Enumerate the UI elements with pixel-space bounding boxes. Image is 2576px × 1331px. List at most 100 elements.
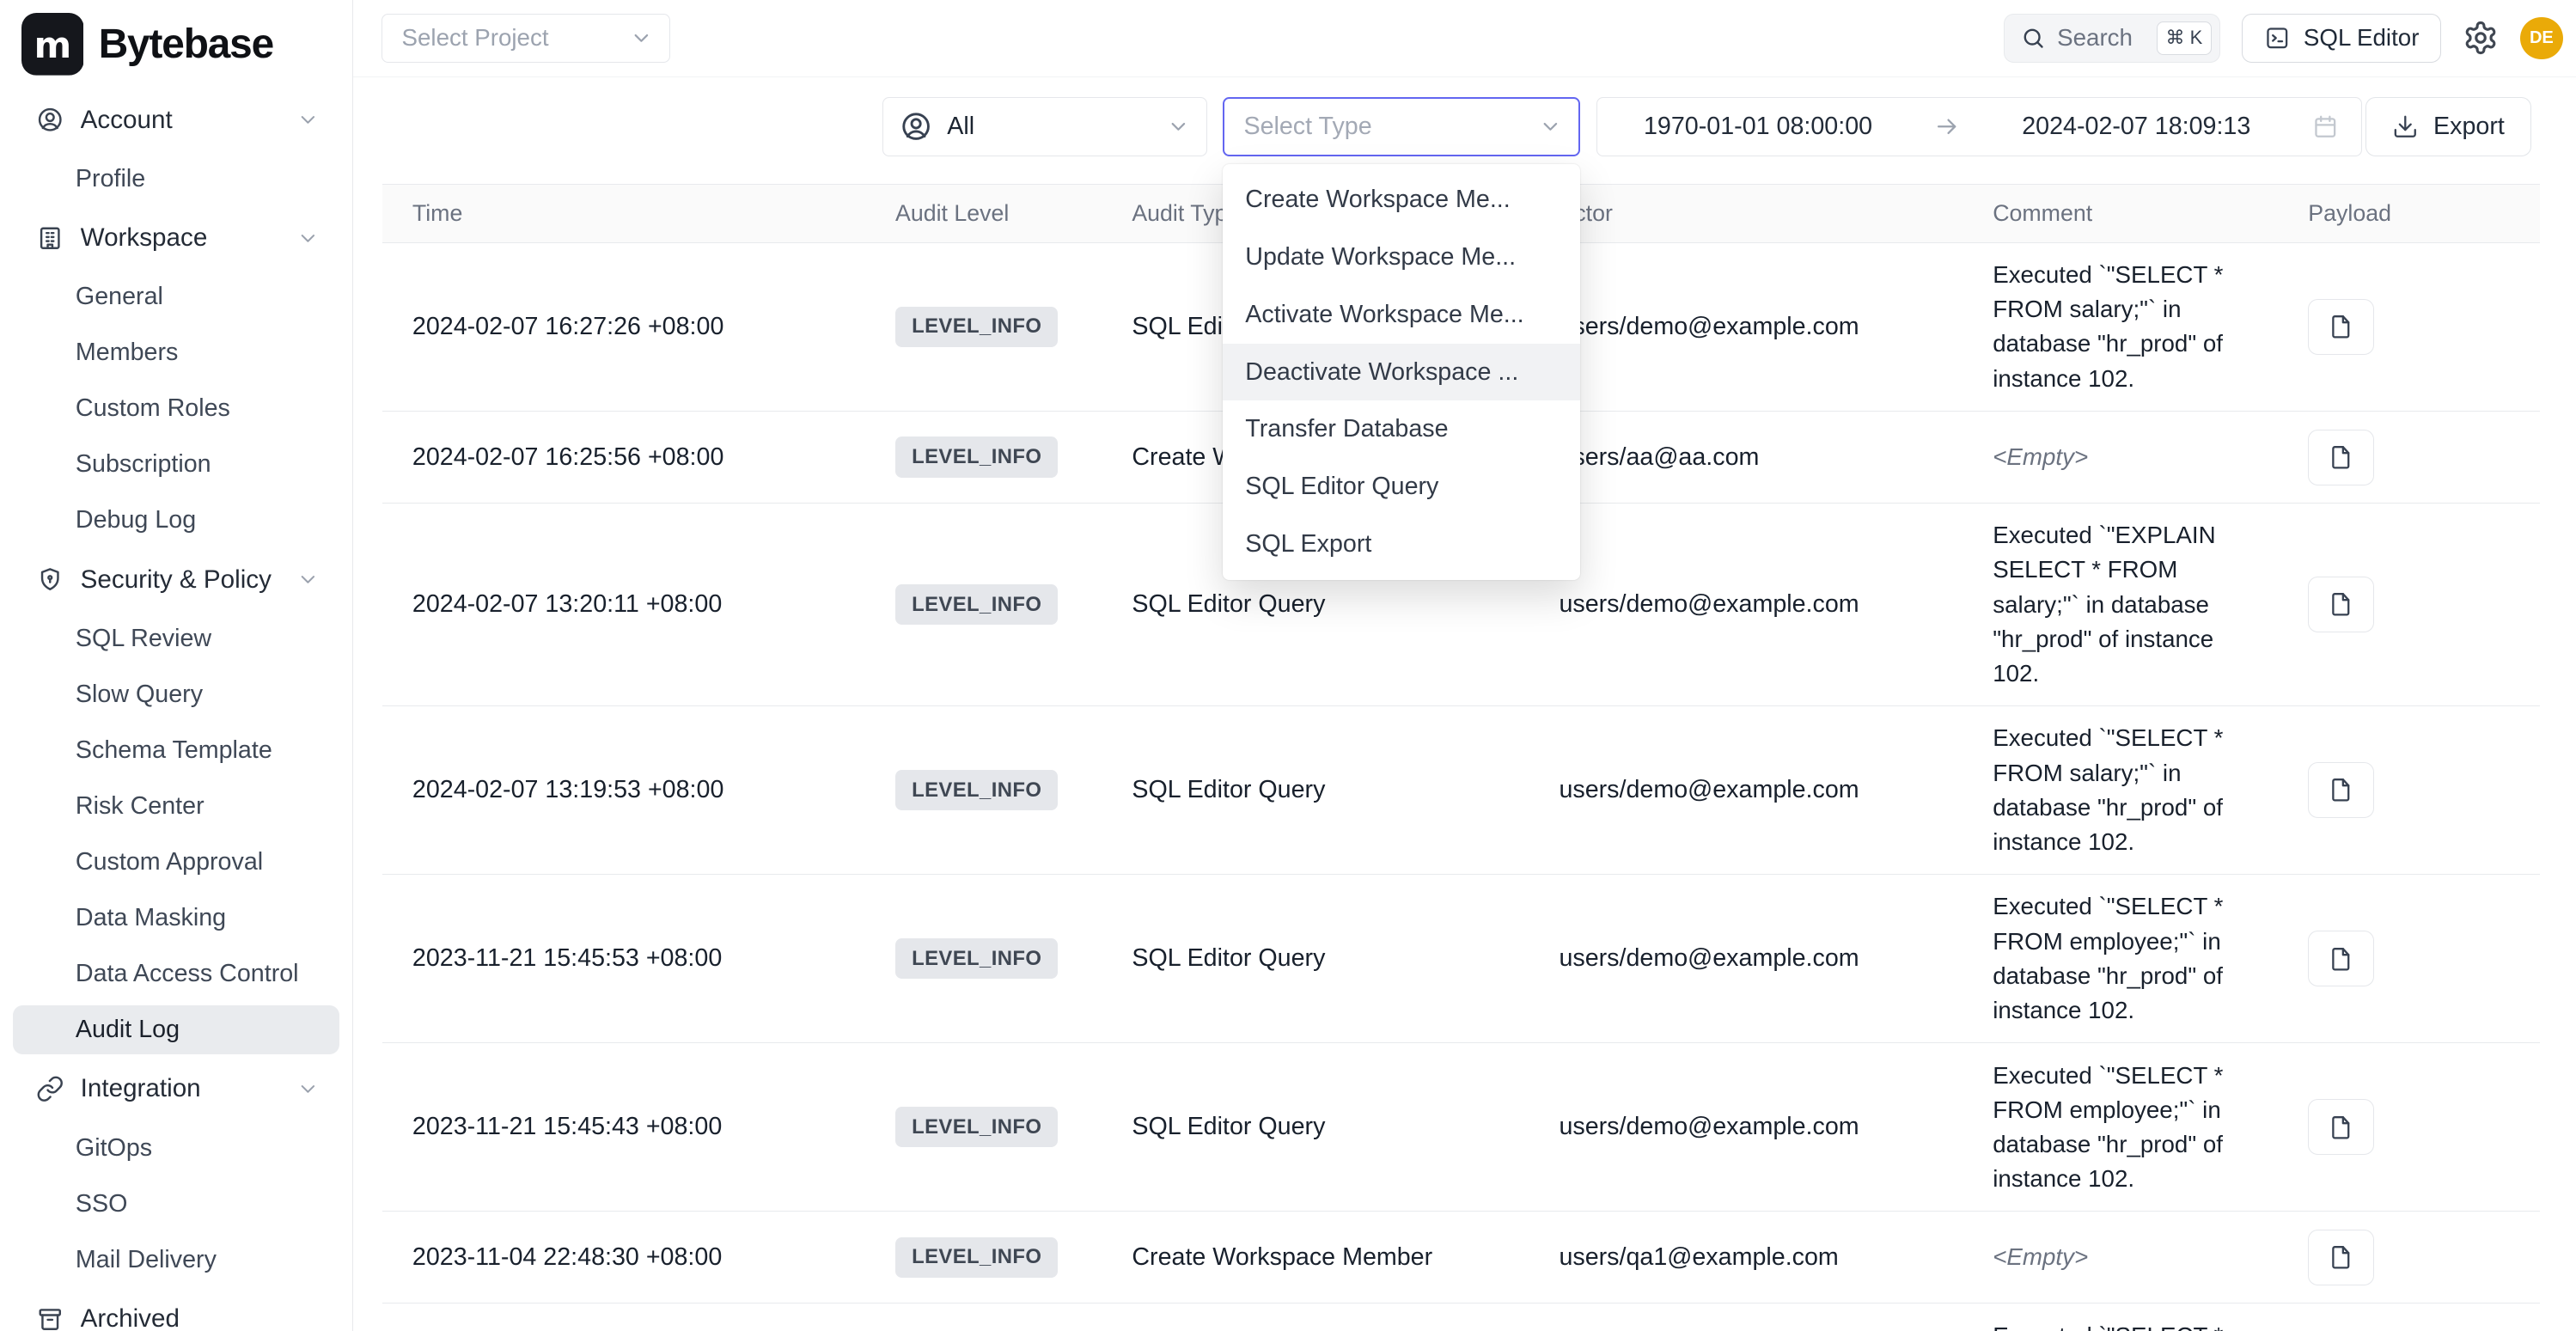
column-header-time: Time	[382, 200, 865, 227]
sidebar-item-audit-log[interactable]: Audit Log	[13, 1005, 339, 1054]
date-from: 1970-01-01 08:00:00	[1644, 113, 1872, 141]
sidebar-item-label: Custom Roles	[76, 394, 320, 423]
cell-comment: <Empty>	[1963, 425, 2292, 490]
link-icon	[36, 1075, 64, 1103]
level-badge: LEVEL_INFO	[895, 1107, 1058, 1147]
sql-editor-label: SQL Editor	[2304, 24, 2420, 52]
avatar[interactable]: DE	[2520, 17, 2563, 60]
table-row: 2023-11-04 21:26:34 +08:00LEVEL_INFOSQL …	[382, 1304, 2539, 1330]
shield-icon	[36, 565, 64, 594]
sidebar-item-subscription[interactable]: Subscription	[13, 440, 339, 489]
cell-comment: <Empty>	[1963, 1225, 2292, 1290]
cell-audit-level: LEVEL_INFO	[866, 938, 1102, 979]
sidebar-item-label: GitOps	[76, 1134, 320, 1163]
chevron-down-icon	[296, 568, 320, 591]
calendar-icon	[2312, 113, 2339, 140]
sidebar-item-sql-review[interactable]: SQL Review	[13, 614, 339, 663]
type-filter-select[interactable]: Select Type	[1223, 97, 1581, 156]
sidebar-item-risk-center[interactable]: Risk Center	[13, 782, 339, 831]
sidebar-item-slow-query[interactable]: Slow Query	[13, 670, 339, 719]
sidebar-item-sso[interactable]: SSO	[13, 1179, 339, 1228]
cell-comment: Executed `"SELECT * FROM employee;"` in …	[1963, 875, 2292, 1042]
cell-time: 2024-02-07 13:19:53 +08:00	[382, 776, 865, 804]
sidebar-item-label: Archived	[81, 1304, 320, 1331]
chevron-down-icon	[1539, 115, 1562, 138]
payload-view-button[interactable]	[2308, 762, 2373, 818]
payload-view-button[interactable]	[2308, 931, 2373, 986]
cell-comment: Executed `"SELECT * FROM salary;"` in da…	[1963, 243, 2292, 411]
sidebar-item-integration[interactable]: Integration	[13, 1065, 339, 1114]
sidebar-item-label: Data Access Control	[76, 960, 320, 988]
sidebar-item-label: SSO	[76, 1190, 320, 1218]
actor-filter-select[interactable]: All	[882, 97, 1208, 156]
type-option-sql-editor-query[interactable]: SQL Editor Query	[1223, 458, 1581, 516]
cell-actor: users/demo@example.com	[1529, 313, 1963, 341]
sidebar-item-label: Audit Log	[76, 1016, 320, 1044]
sidebar-item-data-masking[interactable]: Data Masking	[13, 894, 339, 943]
payload-view-button[interactable]	[2308, 1230, 2373, 1285]
table-row: 2023-11-21 15:45:53 +08:00LEVEL_INFOSQL …	[382, 875, 2539, 1043]
cell-payload	[2292, 430, 2540, 485]
cell-payload	[2292, 762, 2540, 818]
cell-comment: Executed `"SELECT * FROM salary;"` in da…	[1963, 706, 2292, 874]
sidebar-item-account[interactable]: Account	[13, 95, 339, 144]
sidebar-item-archived[interactable]: Archived	[13, 1294, 339, 1331]
sidebar-item-data-access-control[interactable]: Data Access Control	[13, 949, 339, 998]
sidebar-item-label: Integration	[81, 1074, 296, 1103]
chevron-down-icon	[296, 1078, 320, 1101]
sidebar-item-label: Members	[76, 339, 320, 367]
cell-actor: users/aa@aa.com	[1529, 443, 1963, 472]
export-button[interactable]: Export	[2365, 97, 2532, 156]
date-range-picker[interactable]: 1970-01-01 08:00:00 2024-02-07 18:09:13	[1596, 97, 2362, 156]
type-dropdown-menu: Create Workspace Me...Update Workspace M…	[1223, 164, 1581, 580]
type-option-deactivate-workspace[interactable]: Deactivate Workspace ...	[1223, 344, 1581, 401]
sidebar-item-workspace[interactable]: Workspace	[13, 214, 339, 263]
actor-filter-value: All	[947, 113, 974, 141]
cell-comment: Executed `"SELECT * FROM department;"` i…	[1963, 1304, 2292, 1330]
search-shortcut-kbd: ⌘ K	[2157, 21, 2212, 54]
sidebar-item-general[interactable]: General	[13, 272, 339, 321]
cell-actor: users/demo@example.com	[1529, 1113, 1963, 1141]
sidebar-item-gitops[interactable]: GitOps	[13, 1123, 339, 1172]
type-option-update-workspace-me[interactable]: Update Workspace Me...	[1223, 229, 1581, 286]
sidebar-item-label: Slow Query	[76, 681, 320, 709]
gear-icon[interactable]	[2463, 20, 2499, 56]
sidebar-item-custom-approval[interactable]: Custom Approval	[13, 838, 339, 887]
type-option-sql-export[interactable]: SQL Export	[1223, 516, 1581, 573]
type-option-activate-workspace-me[interactable]: Activate Workspace Me...	[1223, 286, 1581, 344]
payload-view-button[interactable]	[2308, 299, 2373, 355]
search-input[interactable]: Search ⌘ K	[2004, 14, 2220, 63]
sidebar-item-security-policy[interactable]: Security & Policy	[13, 555, 339, 604]
type-option-create-workspace-me[interactable]: Create Workspace Me...	[1223, 171, 1581, 229]
cell-payload	[2292, 1099, 2540, 1155]
payload-view-button[interactable]	[2308, 430, 2373, 485]
sidebar-item-debug-log[interactable]: Debug Log	[13, 496, 339, 545]
cell-actor: users/demo@example.com	[1529, 776, 1963, 804]
sidebar-item-profile[interactable]: Profile	[13, 155, 339, 204]
cell-time: 2023-11-04 22:48:30 +08:00	[382, 1243, 865, 1272]
level-badge: LEVEL_INFO	[895, 307, 1058, 347]
brand[interactable]: m Bytebase	[0, 0, 352, 89]
bytebase-logo-icon: m	[21, 13, 84, 76]
cell-audit-type: SQL Editor Query	[1102, 590, 1529, 619]
terminal-icon	[2264, 25, 2291, 52]
sidebar-item-schema-template[interactable]: Schema Template	[13, 726, 339, 775]
payload-view-button[interactable]	[2308, 577, 2373, 632]
payload-view-button[interactable]	[2308, 1099, 2373, 1155]
cell-audit-type: SQL Editor Query	[1102, 944, 1529, 973]
sidebar-item-mail-delivery[interactable]: Mail Delivery	[13, 1235, 339, 1284]
empty-comment: <Empty>	[1993, 443, 2088, 470]
level-badge: LEVEL_INFO	[895, 1237, 1058, 1278]
level-badge: LEVEL_INFO	[895, 770, 1058, 810]
sidebar-item-label: Profile	[76, 165, 320, 193]
sql-editor-button[interactable]: SQL Editor	[2242, 14, 2441, 63]
level-badge: LEVEL_INFO	[895, 938, 1058, 979]
sidebar-nav: Account Profile Workspace General Members Cus…	[0, 89, 352, 1330]
download-icon	[2392, 113, 2419, 140]
type-option-transfer-database[interactable]: Transfer Database	[1223, 400, 1581, 458]
project-select[interactable]: Select Project	[382, 14, 671, 63]
level-badge: LEVEL_INFO	[895, 437, 1058, 477]
sidebar-item-custom-roles[interactable]: Custom Roles	[13, 384, 339, 433]
sidebar-item-members[interactable]: Members	[13, 328, 339, 377]
sidebar-item-label: General	[76, 283, 320, 311]
